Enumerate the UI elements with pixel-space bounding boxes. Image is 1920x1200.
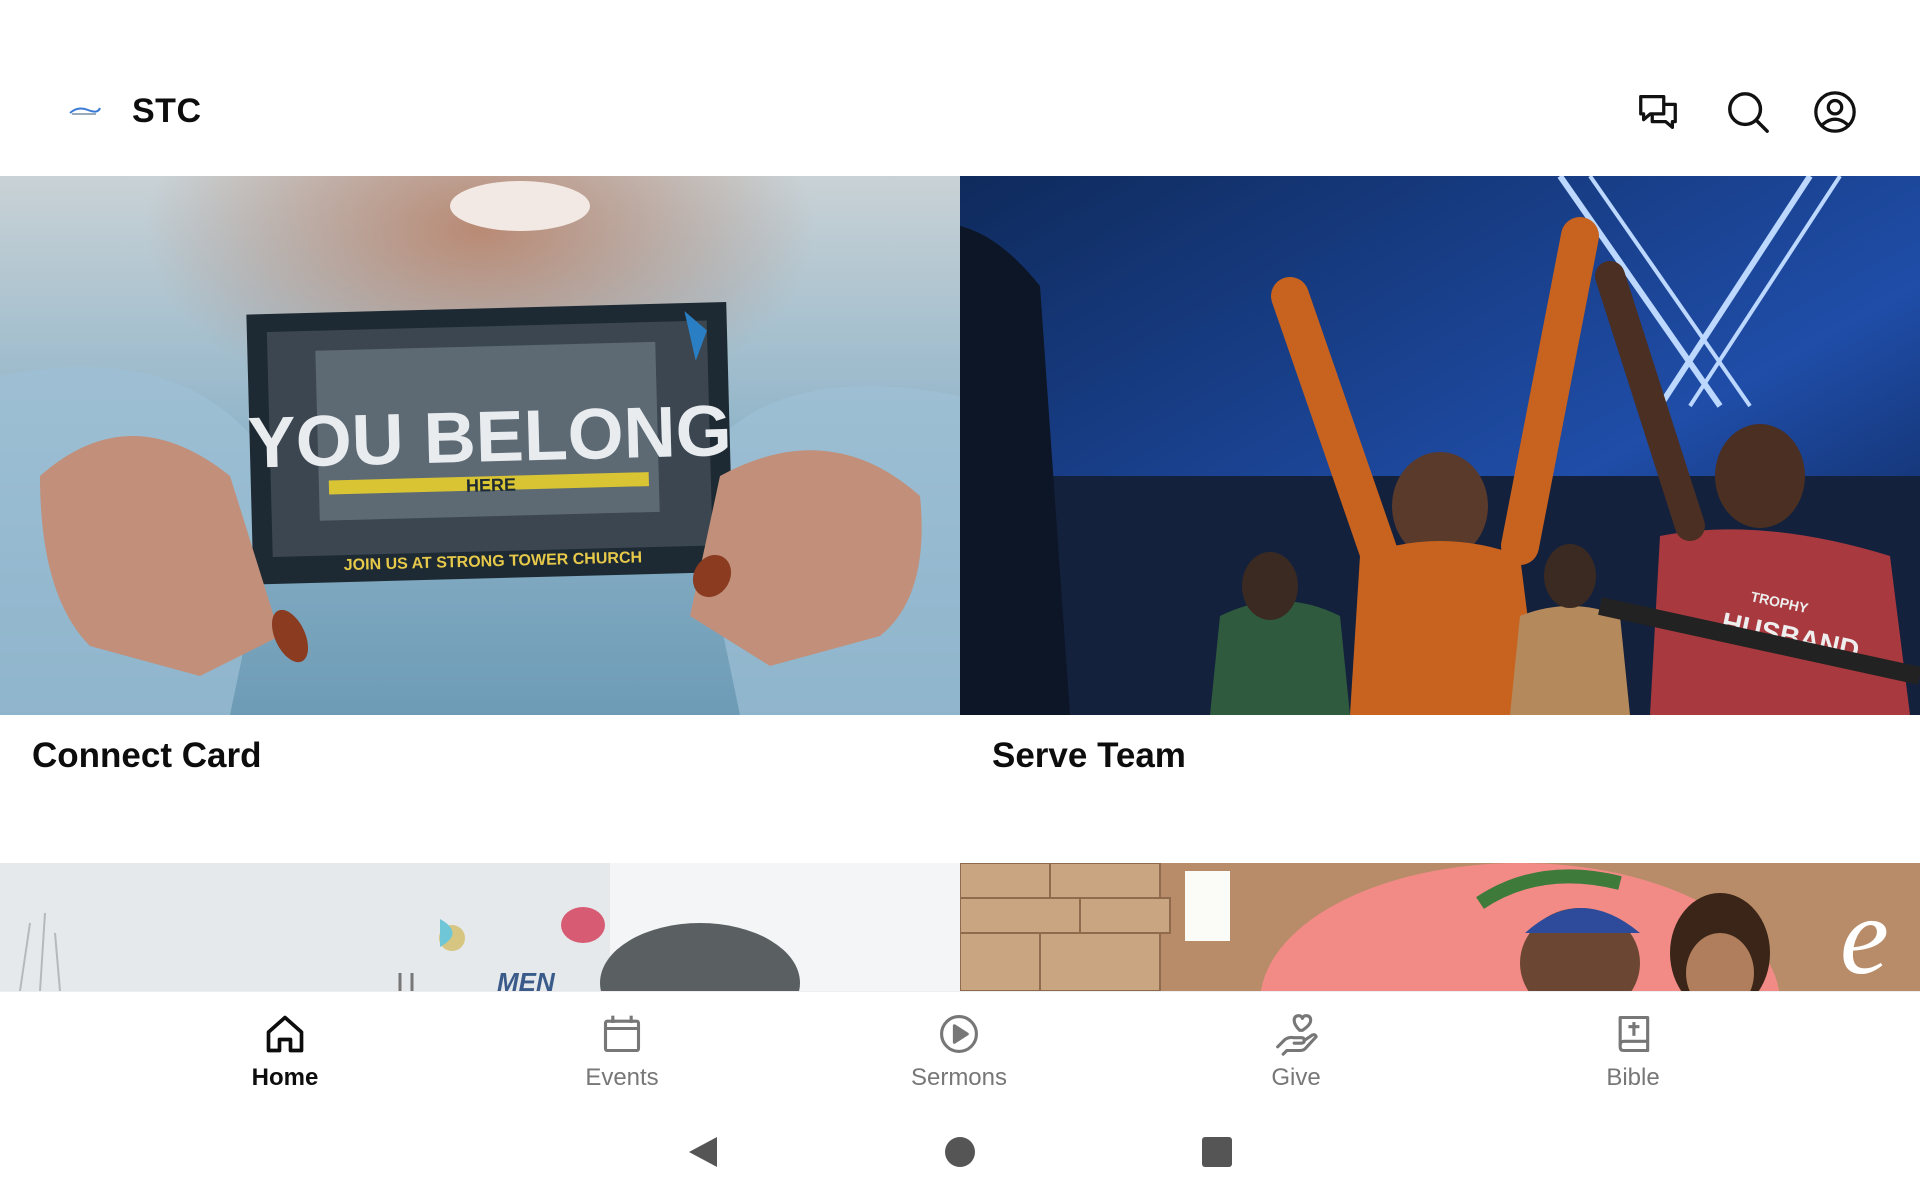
home-icon — [261, 1010, 309, 1058]
men-event-image: MEN — [0, 863, 960, 991]
connect-card-image: YOU BELONG HERE JOIN US AT STRONG TOWER … — [0, 176, 960, 715]
nav-home[interactable]: Home — [185, 992, 385, 1104]
nav-label: Events — [585, 1064, 659, 1091]
nav-sermons[interactable]: Sermons — [859, 992, 1059, 1104]
give-hand-heart-icon — [1272, 1010, 1320, 1058]
calendar-icon — [598, 1010, 646, 1058]
bottom-navigation: Home Events Sermons Give Bible — [0, 991, 1920, 1103]
search-icon[interactable] — [1724, 88, 1772, 136]
card-connect-card[interactable]: YOU BELONG HERE JOIN US AT STRONG TOWER … — [0, 176, 960, 863]
app-title: STC — [132, 92, 202, 130]
card-title: Connect Card — [32, 736, 262, 775]
nav-give[interactable]: Give — [1196, 992, 1396, 1104]
stc-logo-icon[interactable] — [68, 104, 102, 118]
card-image-text-main: YOU BELONG — [247, 391, 733, 484]
svg-text:e: e — [1840, 875, 1889, 991]
nav-label: Give — [1271, 1064, 1321, 1091]
account-icon[interactable] — [1811, 88, 1859, 136]
card-family[interactable]: e — [960, 863, 1920, 991]
nav-events[interactable]: Events — [522, 992, 722, 1104]
messages-icon[interactable] — [1634, 88, 1682, 136]
card-title: Serve Team — [992, 736, 1186, 775]
nav-label: Home — [251, 1064, 319, 1091]
nav-bible[interactable]: Bible — [1533, 992, 1733, 1104]
system-navigation-bar — [0, 1103, 1920, 1200]
back-icon[interactable] — [685, 1135, 719, 1169]
nav-label: Bible — [1606, 1064, 1660, 1091]
play-circle-icon — [935, 1010, 983, 1058]
card-image-text-sub: HERE — [466, 475, 517, 496]
event-image-text: MEN — [497, 967, 556, 991]
home-circle-icon[interactable] — [943, 1135, 977, 1169]
serve-team-image: TROPHY HUSBAND — [960, 176, 1920, 715]
bible-icon — [1609, 1010, 1657, 1058]
app-header: STC — [0, 0, 1920, 176]
recents-square-icon[interactable] — [1200, 1135, 1234, 1169]
card-men-event[interactable]: MEN — [0, 863, 960, 991]
family-image: e — [960, 863, 1920, 991]
nav-label: Sermons — [910, 1064, 1008, 1091]
card-serve-team[interactable]: TROPHY HUSBAND Serve Team — [960, 176, 1920, 863]
content-grid: YOU BELONG HERE JOIN US AT STRONG TOWER … — [0, 176, 1920, 991]
